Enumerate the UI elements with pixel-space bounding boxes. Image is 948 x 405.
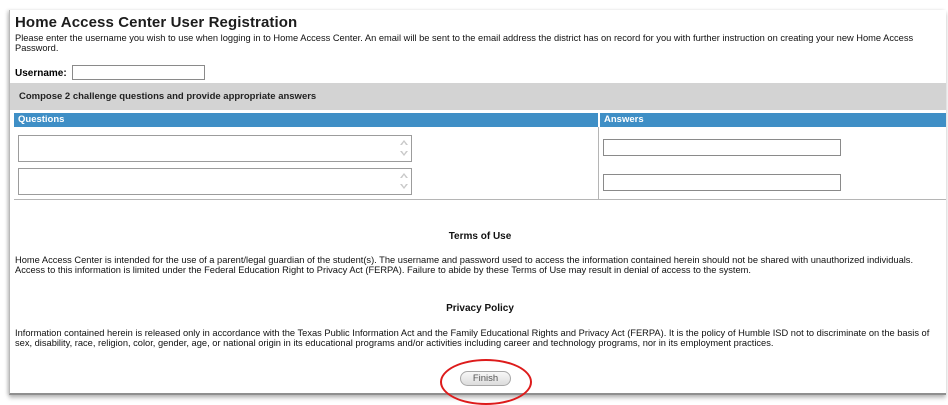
scroll-up-icon[interactable] — [400, 140, 408, 145]
question-2-textarea[interactable] — [18, 168, 412, 195]
terms-heading: Terms of Use — [448, 231, 512, 242]
question-1-scrollbar[interactable] — [398, 137, 410, 160]
username-input[interactable] — [72, 65, 205, 80]
question-1-textarea[interactable] — [18, 135, 412, 162]
questions-column-header: Questions — [14, 113, 598, 127]
privacy-text: Information contained herein is released… — [15, 328, 930, 348]
answer-2-input[interactable] — [603, 174, 841, 191]
column-divider — [598, 127, 599, 199]
username-label: Username: — [15, 68, 67, 79]
intro-text: Please enter the username you wish to us… — [15, 33, 914, 53]
finish-highlight-circle — [440, 359, 532, 405]
page-title: Home Access Center User Registration — [15, 14, 298, 31]
answers-column-header: Answers — [600, 113, 946, 127]
terms-text: Home Access Center is intended for the u… — [15, 255, 914, 275]
scroll-down-icon[interactable] — [400, 184, 408, 189]
answer-1-input[interactable] — [603, 139, 841, 156]
question-2-scrollbar[interactable] — [398, 170, 410, 193]
challenge-section-bar: Compose 2 challenge questions and provid… — [10, 83, 946, 110]
privacy-heading: Privacy Policy — [446, 303, 514, 314]
challenge-heading: Compose 2 challenge questions and provid… — [19, 91, 317, 102]
table-divider — [14, 199, 946, 200]
scroll-down-icon[interactable] — [400, 151, 408, 156]
scroll-up-icon[interactable] — [400, 173, 408, 178]
